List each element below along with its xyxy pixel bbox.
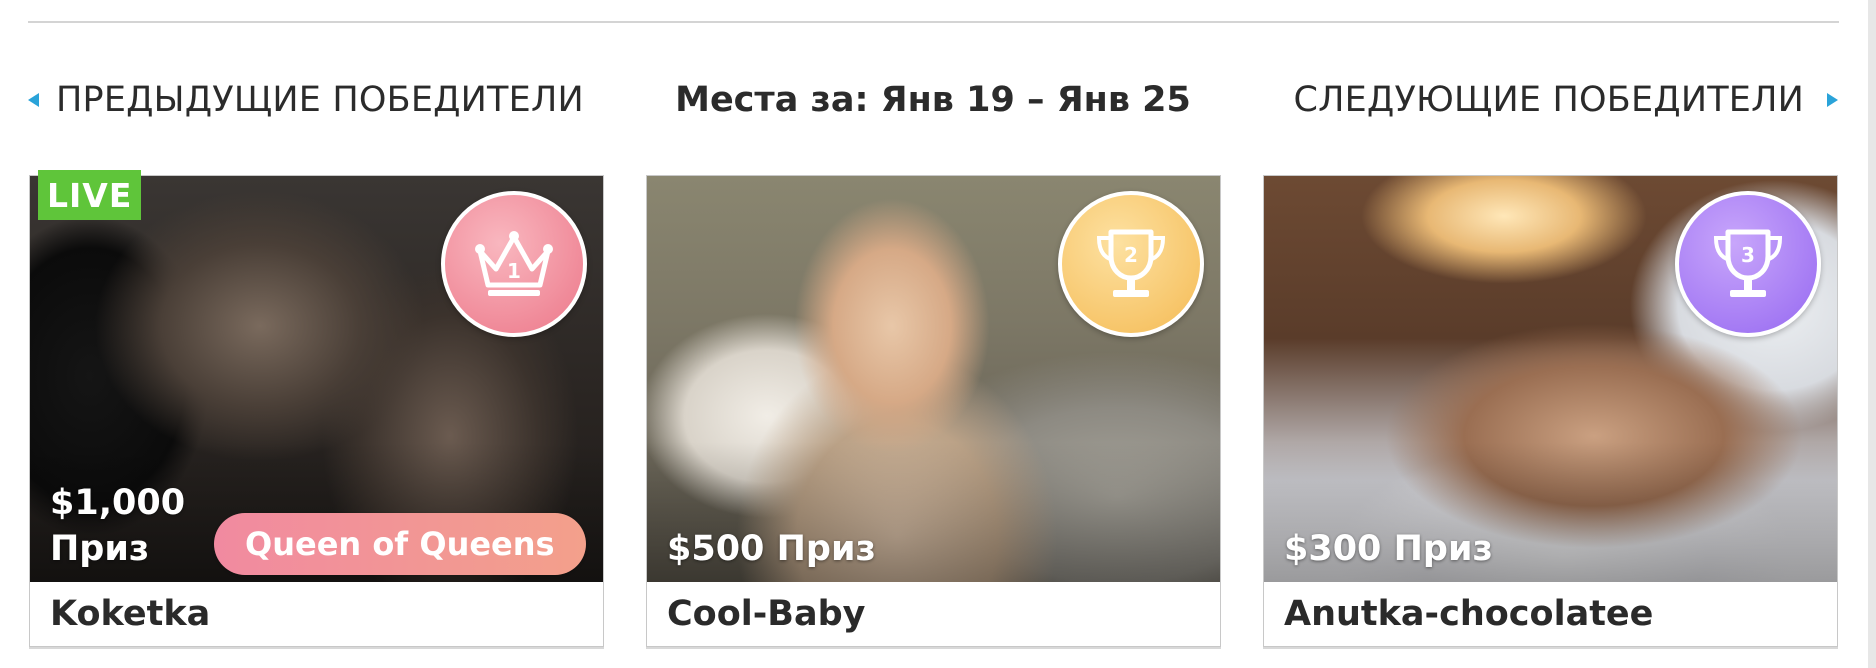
previous-winners-link[interactable]: ПРЕДЫДУЩИЕ ПОБЕДИТЕЛИ (28, 70, 584, 130)
medal-place-number: 2 (1124, 243, 1138, 267)
next-winners-label: СЛЕДУЮЩИЕ ПОБЕДИТЕЛИ (1293, 80, 1804, 120)
arrow-left-icon (28, 93, 39, 107)
prize-amount: $1,000 Приз (50, 480, 190, 572)
prize-amount: $500 Приз (667, 529, 876, 569)
prize-amount-word: Приз (50, 529, 150, 569)
prize-amount-value: $1,000 (50, 483, 186, 523)
winner-card-1[interactable]: 1 $1,000 Приз Queen of Queens LIVE Koket… (29, 170, 604, 647)
winner-card-2[interactable]: 2 $500 Приз Cool-Baby (646, 175, 1221, 647)
crown-icon: 1 (441, 191, 587, 337)
arrow-right-icon (1827, 93, 1838, 107)
prize-amount: $300 Приз (1284, 529, 1493, 569)
live-badge: LIVE (38, 170, 142, 220)
award-badge: Queen of Queens (214, 513, 586, 575)
winner-name[interactable]: Anutka-chocolatee (1284, 582, 1653, 646)
medal-place-number: 3 (1741, 243, 1755, 267)
medal-place-number: 1 (507, 259, 521, 283)
winners-page: ПРЕДЫДУЩИЕ ПОБЕДИТЕЛИ Места за: Янв 19 –… (0, 0, 1876, 668)
next-winners-link[interactable]: СЛЕДУЮЩИЕ ПОБЕДИТЕЛИ (1293, 70, 1838, 130)
winner-card-3[interactable]: 3 $300 Приз Anutka-chocolatee (1263, 175, 1838, 647)
top-divider (28, 21, 1839, 23)
winner-name[interactable]: Cool-Baby (667, 582, 865, 646)
winner-photo[interactable]: 3 $300 Приз (1264, 176, 1837, 582)
trophy-icon: 3 (1675, 191, 1821, 337)
period-title: Места за: Янв 19 – Янв 25 (675, 80, 1191, 120)
previous-winners-label: ПРЕДЫДУЩИЕ ПОБЕДИТЕЛИ (56, 80, 584, 120)
winners-navigation: ПРЕДЫДУЩИЕ ПОБЕДИТЕЛИ Места за: Янв 19 –… (0, 70, 1876, 130)
winner-photo[interactable]: 1 $1,000 Приз Queen of Queens (30, 176, 603, 582)
winner-photo[interactable]: 2 $500 Приз (647, 176, 1220, 582)
winner-name[interactable]: Koketka (50, 582, 210, 646)
trophy-icon: 2 (1058, 191, 1204, 337)
